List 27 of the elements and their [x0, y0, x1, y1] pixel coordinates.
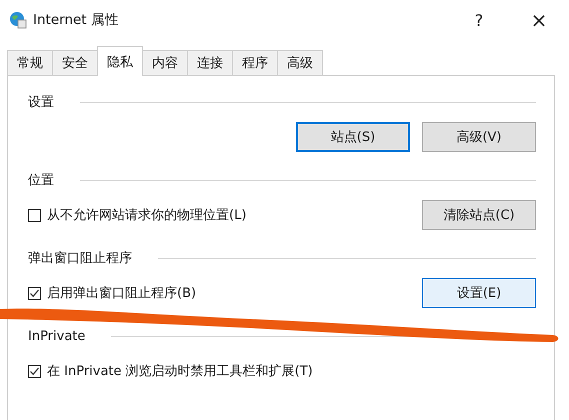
dialog-button[interactable]: 站点(S) [296, 122, 410, 152]
section-title: 位置 [28, 172, 54, 189]
tab[interactable]: 常规 [7, 50, 53, 75]
checkbox[interactable] [28, 208, 41, 222]
checkbox-option[interactable]: 在 InPrivate 浏览启动时禁用工具栏和扩展(T) [28, 362, 313, 380]
globe-icon [9, 11, 27, 29]
check-icon [29, 366, 40, 376]
checkbox[interactable] [28, 364, 41, 378]
tab[interactable]: 高级 [277, 50, 323, 75]
window-title: Internet 属性 [33, 11, 119, 29]
section-title: 弹出窗口阻止程序 [28, 250, 132, 267]
checkbox-option[interactable]: 从不允许网站请求你的物理位置(L) [28, 206, 246, 224]
dialog-button[interactable]: 高级(V) [422, 122, 536, 152]
dialog-button[interactable]: 清除站点(C) [422, 200, 536, 230]
check-icon [29, 288, 40, 298]
dialog-button[interactable]: 设置(E) [422, 278, 536, 308]
close-button[interactable]: × [517, 5, 561, 35]
checkbox[interactable] [28, 286, 41, 300]
section-title: InPrivate [28, 328, 86, 344]
tab[interactable]: 内容 [142, 50, 188, 75]
section-title: 设置 [28, 94, 54, 111]
tab[interactable]: 隐私 [97, 46, 143, 76]
help-button[interactable]: ? [457, 5, 501, 35]
checkbox-option[interactable]: 启用弹出窗口阻止程序(B) [28, 284, 196, 302]
tab[interactable]: 安全 [52, 50, 98, 75]
tab[interactable]: 连接 [187, 50, 233, 75]
tab[interactable]: 程序 [232, 50, 278, 75]
